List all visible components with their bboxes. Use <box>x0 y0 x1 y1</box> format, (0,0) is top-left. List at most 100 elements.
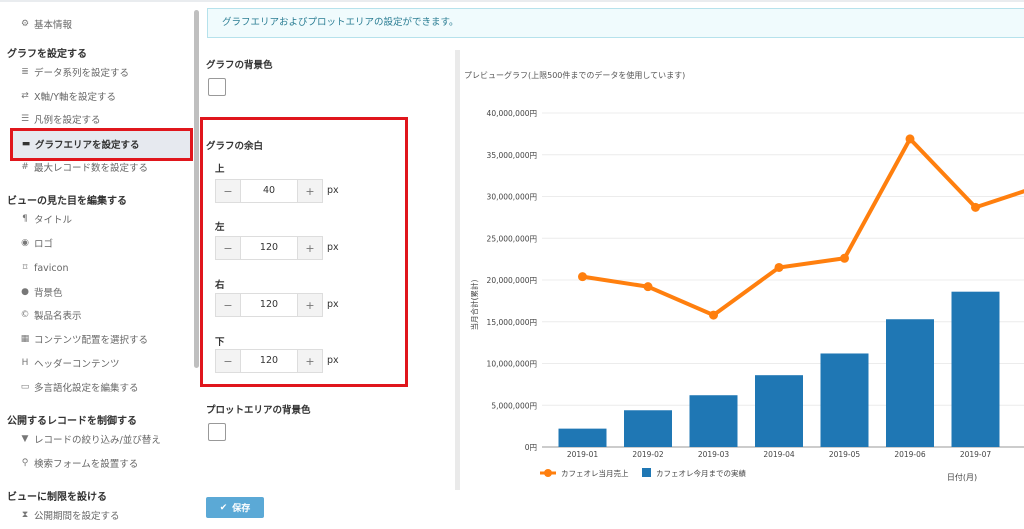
y-tick-label: 20,000,000円 <box>487 276 537 285</box>
x-tick-label: 2019-06 <box>894 450 926 459</box>
unit-label: px <box>327 299 339 310</box>
margin-left-input[interactable]: 120 <box>240 237 298 259</box>
sidebar-item-label: レコードの絞り込み/並び替え <box>34 435 161 446</box>
sidebar-item-label: 基本情報 <box>34 20 73 31</box>
margin-left-stepper: − 120 + <box>215 236 323 260</box>
unit-label: px <box>327 355 339 366</box>
header-icon: H <box>21 358 29 368</box>
check-icon: ✔ <box>219 502 228 513</box>
sidebar-item-label: X軸/Y軸を設定する <box>34 92 117 103</box>
line-point <box>840 253 849 263</box>
bar <box>886 319 934 447</box>
preview-chart: 0円 5,000,000円 10,000,000円 15,000,000円 20,000… <box>469 109 1024 482</box>
bar <box>558 428 607 447</box>
decrement-button[interactable]: − <box>216 180 240 202</box>
legend-label: カフェオレ今月までの実績 <box>656 468 746 478</box>
sidebar-item-multilanguage[interactable]: ▭ 多言語化設定を編集する <box>0 375 139 399</box>
sidebar-item-data-series[interactable]: ≣ データ系列を設定する <box>0 60 129 84</box>
sidebar-item-label: 多言語化設定を編集する <box>34 383 139 394</box>
margin-top-stepper: − 40 + <box>215 179 323 203</box>
sidebar-item-label: 製品名表示 <box>34 311 82 322</box>
increment-button[interactable]: + <box>298 237 322 259</box>
x-axis-label: 日付(月) <box>947 472 977 482</box>
line-point <box>971 202 980 212</box>
info-banner: グラフエリアおよびプロットエリアの設定ができます。 <box>207 8 1024 38</box>
y-tick-label: 15,000,000円 <box>487 318 537 327</box>
decrement-button[interactable]: − <box>216 350 240 372</box>
save-button-label: 保存 <box>232 504 251 514</box>
sidebar-item-legend[interactable]: ☰ 凡例を設定する <box>0 107 101 131</box>
search-icon: ⚲ <box>21 458 29 468</box>
sidebar-item-favicon[interactable]: ⌑ favicon <box>0 256 69 280</box>
section-title-records: 公開するレコードを制御する <box>7 416 137 427</box>
y-tick-label: 30,000,000円 <box>487 193 537 202</box>
y-tick-label: 10,000,000円 <box>487 360 537 369</box>
sidebar-item-label: グラフエリアを設定する <box>35 140 140 151</box>
unit-label: px <box>327 242 339 253</box>
margin-right-input[interactable]: 120 <box>240 294 298 316</box>
sidebar-item-label: ロゴ <box>34 239 54 250</box>
sidebar-item-publish-period[interactable]: ⧗ 公開期間を設定する <box>0 503 120 527</box>
decrement-button[interactable]: − <box>216 294 240 316</box>
sidebar-item-label: 公開期間を設定する <box>34 511 120 522</box>
x-tick-label: 2019-07 <box>960 450 992 459</box>
legend-bar-swatch <box>642 468 651 477</box>
hash-icon: # <box>21 162 29 172</box>
list-icon: ☰ <box>20 114 30 124</box>
x-tick-label: 2019-03 <box>698 450 730 459</box>
margin-label: グラフの余白 <box>206 141 264 152</box>
margin-left-label: 左 <box>215 222 225 233</box>
y-tick-label: 0円 <box>525 443 537 452</box>
increment-button[interactable]: + <box>298 350 322 372</box>
margin-right-stepper: − 120 + <box>215 293 323 317</box>
line-point <box>578 272 587 282</box>
margin-bottom-stepper: − 120 + <box>215 349 323 373</box>
decrement-button[interactable]: − <box>216 237 240 259</box>
copyright-icon: © <box>20 310 30 320</box>
x-tick-label: 2019-01 <box>567 450 599 459</box>
sidebar-item-label: ヘッダーコンテンツ <box>34 359 120 370</box>
increment-button[interactable]: + <box>298 180 322 202</box>
bar <box>820 353 869 447</box>
hourglass-icon: ⧗ <box>21 510 29 520</box>
line-point <box>905 134 915 144</box>
x-tick-label: 2019-02 <box>632 450 664 459</box>
sidebar-item-label: コンテンツ配置を選択する <box>34 335 149 346</box>
section-title-view: ビューの見た目を編集する <box>7 196 127 207</box>
sidebar-item-max-records[interactable]: # 最大レコード数を設定する <box>0 155 148 179</box>
plot-bg-color-swatch[interactable] <box>208 423 226 441</box>
sidebar-item-product-name[interactable]: © 製品名表示 <box>0 303 82 327</box>
plot-bg-label: プロットエリアの背景色 <box>206 405 311 416</box>
sidebar-item-filter-sort[interactable]: ▼ レコードの絞り込み/並び替え <box>0 427 161 451</box>
save-button[interactable]: ✔ 保存 <box>206 497 264 518</box>
grid-icon: ▦ <box>20 334 30 344</box>
y-tick-label: 5,000,000円 <box>491 401 537 410</box>
graph-bg-color-swatch[interactable] <box>208 78 226 96</box>
x-tick-label: 2019-04 <box>763 450 795 459</box>
legend-line-marker <box>544 469 552 477</box>
margin-bottom-input[interactable]: 120 <box>240 350 298 372</box>
sidebar-item-label: favicon <box>34 262 69 274</box>
sidebar-item-bg-color[interactable]: ● 背景色 <box>0 280 62 304</box>
y-tick-label: 40,000,000円 <box>487 109 537 118</box>
sidebar-item-search-form[interactable]: ⚲ 検索フォームを設置する <box>0 451 139 475</box>
margin-right-label: 右 <box>215 280 225 291</box>
arrows-icon: ⇄ <box>21 91 29 101</box>
paragraph-icon: ¶ <box>22 214 28 224</box>
y-tick-label: 35,000,000円 <box>487 151 537 160</box>
sidebar-item-content-layout[interactable]: ▦ コンテンツ配置を選択する <box>0 327 148 351</box>
sidebar-item-axes[interactable]: ⇄ X軸/Y軸を設定する <box>0 84 116 108</box>
bar <box>624 410 672 447</box>
margin-top-input[interactable]: 40 <box>240 180 298 202</box>
database-icon: ≣ <box>21 67 29 77</box>
section-title-restrictions: ビューに制限を設ける <box>7 492 107 503</box>
sidebar-item-label: タイトル <box>34 215 73 226</box>
sidebar-item-header-content[interactable]: H ヘッダーコンテンツ <box>0 351 120 375</box>
bookmark-icon: ⌑ <box>22 263 28 273</box>
unit-label: px <box>327 185 339 196</box>
sidebar-item-logo[interactable]: ◉ ロゴ <box>0 231 53 255</box>
sidebar-item-basic-info[interactable]: ⚙ 基本情報 <box>0 12 72 36</box>
y-axis-label: 当月合計(累計) <box>469 280 479 331</box>
increment-button[interactable]: + <box>298 294 322 316</box>
sidebar-item-title[interactable]: ¶ タイトル <box>0 207 72 231</box>
